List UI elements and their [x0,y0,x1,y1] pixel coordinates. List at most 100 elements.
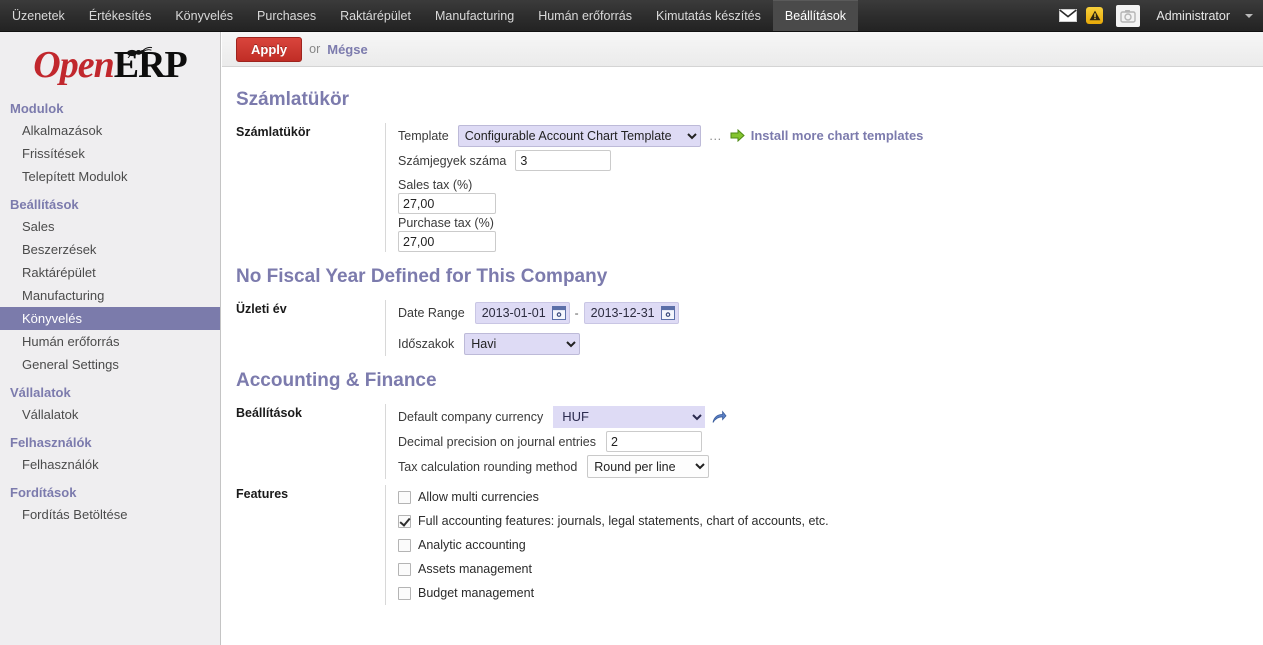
feature-assets-management[interactable]: Assets management [398,557,829,581]
digits-input[interactable] [515,150,612,171]
rounding-method-select[interactable]: Round per line [587,455,710,478]
menu-item-manufacturing[interactable]: Manufacturing [423,0,526,31]
checkbox-budget-management[interactable] [398,586,411,600]
field-row-rounding-method: Tax calculation rounding method Round pe… [398,454,727,479]
field-group-features: Allow multi currencies Full accounting f… [385,485,829,605]
sidebar-group-title-felhasznalok: Felhasználók [10,435,92,450]
label-rounding-method: Tax calculation rounding method [398,459,578,474]
label-purchase-tax: Purchase tax (%) [398,216,494,230]
menu-item-kimutatas-keszites[interactable]: Kimutatás készítés [644,0,773,31]
install-more-chart-templates-link[interactable]: Install more chart templates [751,128,924,143]
calendar-icon[interactable] [551,305,566,320]
date-from-field[interactable]: 2013-01-01 [474,301,570,324]
date-to-field[interactable]: 2013-12-31 [583,301,679,324]
sidebar-group-title-forditasok: Fordítások [10,485,77,500]
currency-select[interactable]: HUF [553,405,706,428]
feature-label: Budget management [418,586,535,600]
section-heading-chart-of-accounts: Számlatükör [236,89,349,110]
feature-full-accounting[interactable]: Full accounting features: journals, lega… [398,509,829,533]
sidebar-item-frissitesek[interactable]: Frissítések [0,142,220,165]
user-menu-label[interactable]: Administrator [1149,9,1230,23]
sidebar-item-general-settings[interactable]: General Settings [0,353,220,376]
sidebar-item-alkalmazasok[interactable]: Alkalmazások [0,119,220,142]
sidebar-group-title-vallalatok: Vállalatok [10,385,71,400]
field-group-settings: Default company currency HUF Decimal pre… [385,404,727,479]
feature-label: Assets management [418,562,532,576]
sales-tax-input[interactable] [398,193,496,214]
label-currency: Default company currency [398,409,544,424]
menu-item-konyveles[interactable]: Könyvelés [163,0,245,31]
date-from-value: 2013-01-01 [481,305,546,320]
chevron-down-icon[interactable] [1245,13,1253,18]
sidebar-item-human-eroforras[interactable]: Humán erőforrás [0,330,220,353]
menu-item-raktarepulet[interactable]: Raktárépület [328,0,423,31]
field-row-digits: Számjegyek száma [398,148,923,173]
field-group-chart-of-accounts: Template Configurable Account Chart Temp… [385,123,923,252]
sidebar-item-telepitett-modulok[interactable]: Telepített Modulok [0,165,220,188]
decimal-precision-input[interactable] [606,431,703,452]
field-row-currency: Default company currency HUF [398,404,727,429]
apply-button[interactable]: Apply [236,36,303,62]
openerp-logo: Open ERP [0,32,220,92]
menu-item-uzenetek[interactable]: Üzenetek [0,0,77,31]
row-settings: Beállítások Default company currency HUF… [236,404,1263,479]
or-label: or [309,42,321,56]
warning-triangle-icon[interactable] [1086,7,1104,24]
sidebar: Open ERP Modulok Alkalmazások Frissítése… [0,32,221,645]
external-link-icon[interactable] [712,409,727,424]
label-date-range: Date Range [398,305,465,320]
sidebar-item-konyveles[interactable]: Könyvelés [0,307,220,330]
feature-label: Analytic accounting [418,538,526,552]
envelope-icon[interactable] [1059,9,1078,22]
menu-item-human-eroforras[interactable]: Humán erőforrás [526,0,644,31]
checkbox-allow-multi-currencies[interactable] [398,490,411,504]
label-digits: Számjegyek száma [398,153,507,168]
logo-text-open: Open [33,44,114,86]
row-label-features: Features [236,487,289,501]
action-bar: Apply or Mégse [222,32,1263,67]
field-group-fiscal-year: Date Range 2013-01-01 - 2013-12-31 Idősz… [385,300,679,356]
sidebar-item-manufacturing[interactable]: Manufacturing [0,284,220,307]
sidebar-item-beszerzesek[interactable]: Beszerzések [0,238,220,261]
feature-analytic-accounting[interactable]: Analytic accounting [398,533,829,557]
field-row-date-range: Date Range 2013-01-01 - 2013-12-31 [398,300,679,325]
row-features: Features Allow multi currencies Full acc… [236,485,1263,605]
top-menu-bar: Üzenetek Értékesítés Könyvelés Purchases… [0,0,1263,32]
checkbox-analytic-accounting[interactable] [398,538,411,552]
avatar[interactable] [1116,4,1141,27]
field-row-decimal-precision: Decimal precision on journal entries [398,429,727,454]
section-heading-fiscal-year: No Fiscal Year Defined for This Company [236,266,608,287]
label-template: Template [398,128,449,143]
sidebar-item-vallalatok[interactable]: Vállalatok [0,403,220,426]
row-chart-of-accounts: Számlatükör Template Configurable Accoun… [236,123,1263,252]
date-range-separator: - [574,305,579,320]
field-row-periods: Időszakok Havi [398,331,679,356]
feature-label: Full accounting features: journals, lega… [418,514,829,528]
label-periods: Időszakok [398,336,455,351]
main-content: Apply or Mégse Számlatükör Számlatükör T… [222,32,1263,645]
sidebar-item-raktarepulet[interactable]: Raktárépület [0,261,220,284]
menu-item-beallitasok[interactable]: Beállítások [772,0,859,31]
checkbox-full-accounting-features[interactable] [398,514,411,528]
row-label-settings: Beállítások [236,406,303,420]
row-fiscal-year: Üzleti év Date Range 2013-01-01 - 2013-1… [236,300,1263,356]
date-to-value: 2013-12-31 [590,305,655,320]
cancel-link[interactable]: Mégse [327,42,367,57]
settings-form: Számlatükör Számlatükör Template Configu… [222,67,1263,605]
sidebar-item-felhasznalok[interactable]: Felhasználók [0,453,220,476]
template-select[interactable]: Configurable Account Chart Template [457,124,701,147]
install-separator: … [708,128,722,143]
menu-item-ertekesites[interactable]: Értékesítés [77,0,164,31]
purchase-tax-input[interactable] [398,231,496,252]
menu-item-purchases[interactable]: Purchases [245,0,328,31]
label-sales-tax: Sales tax (%) [398,178,473,192]
sidebar-item-forditas-betoltese[interactable]: Fordítás Betöltése [0,503,220,526]
sidebar-group-title-modulok: Modulok [10,101,64,116]
periods-select[interactable]: Havi [464,332,581,355]
checkbox-assets-management[interactable] [398,562,411,576]
sidebar-item-sales[interactable]: Sales [0,215,220,238]
feature-allow-multi-currencies[interactable]: Allow multi currencies [398,485,829,509]
feature-budget-management[interactable]: Budget management [398,581,829,605]
calendar-icon[interactable] [660,305,675,320]
row-label-chart-of-accounts: Számlatükör [236,125,311,139]
